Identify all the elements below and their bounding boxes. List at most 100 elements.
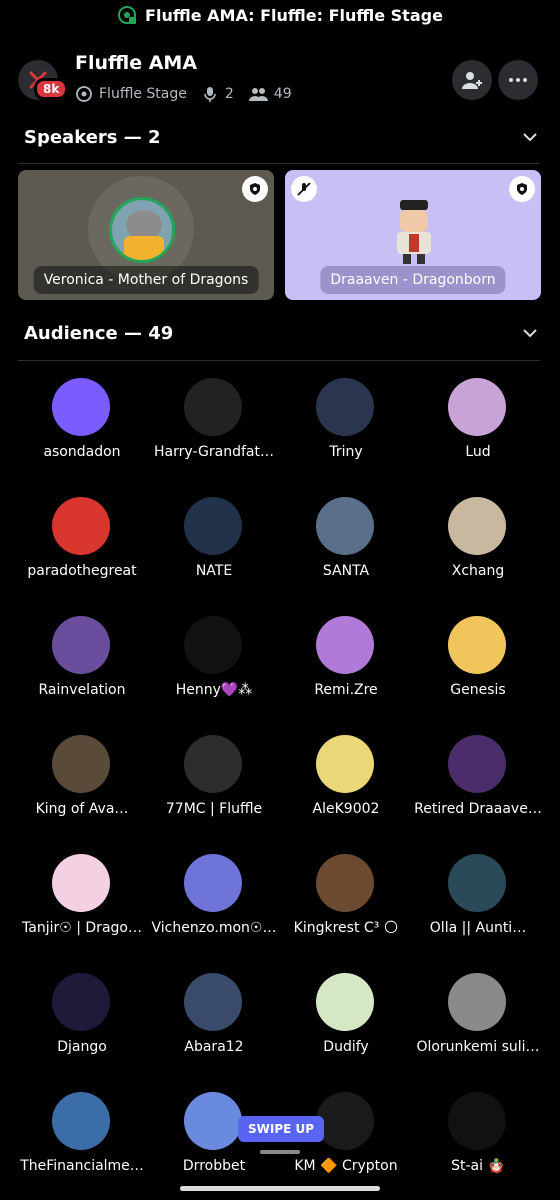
audience-member[interactable]: KM 🔶 Crypton	[276, 1086, 416, 1200]
avatar	[316, 616, 374, 674]
member-name: Retired Draaave…	[414, 801, 542, 817]
avatar	[316, 378, 374, 436]
avatar	[184, 854, 242, 912]
notification-badge: 8k	[34, 78, 69, 100]
avatar	[52, 616, 110, 674]
avatar	[184, 616, 242, 674]
audience-member[interactable]: Retired Draaave…	[408, 729, 548, 844]
audience-member[interactable]: Harry-Grandfat…	[144, 372, 284, 487]
audience-member[interactable]: Remi.Zre	[276, 610, 416, 725]
audience-member[interactable]: St-ai 🪆	[408, 1086, 548, 1200]
audience-member[interactable]: 77MC | Fluffle	[144, 729, 284, 844]
member-name: Triny	[329, 444, 363, 460]
audience-member[interactable]: Olla || Aunti…	[408, 848, 548, 963]
avatar	[387, 200, 441, 264]
speakers-count: 2	[224, 86, 234, 102]
member-name: TheFinancialme…	[20, 1158, 144, 1174]
audience-member[interactable]: Rainvelation	[12, 610, 152, 725]
audience-member[interactable]: Drrobbet	[144, 1086, 284, 1200]
avatar	[52, 1092, 110, 1150]
member-name: Dudify	[323, 1039, 369, 1055]
audience-member[interactable]: Xchang	[408, 491, 548, 606]
avatar	[52, 378, 110, 436]
audience-member[interactable]: Henny💜⁂	[144, 610, 284, 725]
member-name: Tanjir☉ | Drago…	[22, 920, 142, 936]
audience-member[interactable]: Olorunkemi suli…	[408, 967, 548, 1082]
moderator-icon	[242, 176, 268, 202]
audience-member[interactable]: Dudify	[276, 967, 416, 1082]
member-name: SANTA	[322, 563, 370, 579]
member-name: Drrobbet	[182, 1158, 246, 1174]
member-name: 77MC | Fluffle	[165, 801, 263, 817]
avatar	[316, 973, 374, 1031]
avatar	[448, 497, 506, 555]
invite-button[interactable]	[452, 60, 492, 100]
audience-member[interactable]: NATE	[144, 491, 284, 606]
member-name: paradothegreat	[27, 563, 137, 579]
speaker-name: Veronica - Mother of Dragons	[33, 266, 259, 294]
audience-member[interactable]: Abara12	[144, 967, 284, 1082]
microphone-icon	[204, 87, 216, 102]
avatar	[316, 497, 374, 555]
avatar	[184, 973, 242, 1031]
audience-member[interactable]: Triny	[276, 372, 416, 487]
more-icon	[509, 78, 527, 82]
chevron-down-icon	[523, 133, 537, 142]
audience-member[interactable]: Lud	[408, 372, 548, 487]
more-options-button[interactable]	[498, 60, 538, 100]
speaker-card[interactable]: Veronica - Mother of Dragons	[18, 170, 274, 300]
member-name: Abara12	[184, 1039, 244, 1055]
home-indicator[interactable]	[180, 1186, 380, 1191]
audience-section-header[interactable]: Audience — 49	[0, 313, 560, 353]
member-name: Xchang	[451, 563, 505, 579]
divider	[18, 360, 540, 361]
member-name: Genesis	[450, 682, 506, 698]
avatar	[52, 735, 110, 793]
swipe-up-hint[interactable]: SWIPE UP	[238, 1116, 325, 1142]
avatar	[316, 854, 374, 912]
member-name: Kingkrest C³ 🌕	[293, 920, 399, 936]
avatar	[316, 735, 374, 793]
audience-member[interactable]: Django	[12, 967, 152, 1082]
member-name: Rainvelation	[38, 682, 126, 698]
member-name: St-ai 🪆	[451, 1158, 505, 1174]
audience-member[interactable]: paradothegreat	[12, 491, 152, 606]
audience-member[interactable]: asondadon	[12, 372, 152, 487]
member-name: Django	[57, 1039, 107, 1055]
audience-grid: asondadon Harry-Grandfat… Triny Lud paradoth…	[0, 372, 560, 1200]
avatar	[184, 497, 242, 555]
avatar	[448, 1092, 506, 1150]
member-name: Lud	[465, 444, 491, 460]
audience-member[interactable]: King of Ava…	[12, 729, 152, 844]
speakers-section-header[interactable]: Speakers — 2	[0, 117, 560, 157]
stage-live-icon	[118, 6, 137, 24]
member-name: Harry-Grandfat…	[154, 444, 274, 460]
audience-member[interactable]: Kingkrest C³ 🌕	[276, 848, 416, 963]
audience-label: Audience — 49	[24, 322, 174, 344]
member-name: Vichenzo.mon☉…	[151, 920, 277, 936]
audience-member[interactable]: TheFinancialme…	[12, 1086, 152, 1200]
member-name: Henny💜⁂	[175, 682, 253, 698]
avatar	[316, 1092, 374, 1150]
member-name: NATE	[195, 563, 233, 579]
divider	[18, 163, 540, 164]
drag-handle[interactable]	[260, 1150, 300, 1154]
avatar	[184, 735, 242, 793]
member-name: AleK9002	[312, 801, 380, 817]
audience-member[interactable]: Vichenzo.mon☉…	[144, 848, 284, 963]
audience-member[interactable]: Tanjir☉ | Drago…	[12, 848, 152, 963]
avatar	[184, 378, 242, 436]
speakers-label: Speakers — 2	[24, 126, 161, 148]
page-title: Fluffle AMA	[75, 52, 198, 74]
audience-member[interactable]: AleK9002	[276, 729, 416, 844]
speaker-card[interactable]: Draaaven - Dragonborn	[285, 170, 541, 300]
stage-icon	[76, 86, 92, 102]
audience-member[interactable]: SANTA	[276, 491, 416, 606]
stage-name: Fluffle Stage	[99, 86, 187, 102]
member-name: KM 🔶 Crypton	[294, 1158, 398, 1174]
audience-member[interactable]: Genesis	[408, 610, 548, 725]
avatar	[448, 854, 506, 912]
avatar	[448, 378, 506, 436]
avatar	[448, 973, 506, 1031]
people-icon	[248, 88, 268, 101]
